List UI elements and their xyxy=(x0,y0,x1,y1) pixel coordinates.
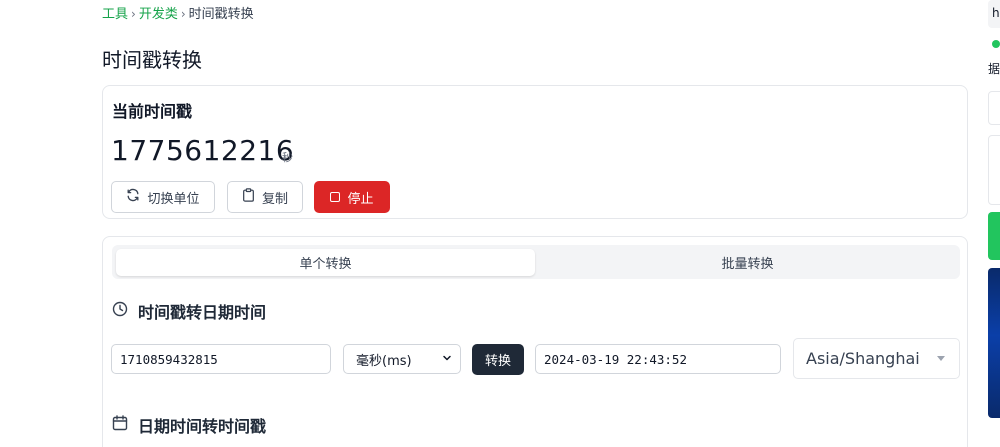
stop-icon xyxy=(330,192,341,202)
refresh-icon xyxy=(126,188,140,206)
copy-label: 复制 xyxy=(261,191,288,207)
sidebar-top-initial: h xyxy=(992,6,1000,20)
sidebar-box[interactable] xyxy=(988,91,1000,125)
copy-button[interactable]: 复制 xyxy=(227,181,303,213)
breadcrumb-dev[interactable]: 开发类 xyxy=(139,7,178,22)
stop-button[interactable]: 停止 xyxy=(314,181,390,213)
stop-label: 停止 xyxy=(347,191,374,207)
sidebar-ad-banner[interactable] xyxy=(988,268,1000,418)
breadcrumb-separator: › xyxy=(131,7,136,21)
page-title: 时间戳转换 xyxy=(102,48,202,72)
datetime-result-field[interactable]: 2024-03-19 22:43:52 xyxy=(535,344,781,374)
conversion-tabs: 单个转换 批量转换 xyxy=(112,245,960,279)
current-timestamp-card: 当前时间戳 1775612216 秒 切换单位 复制 停止 xyxy=(102,85,968,219)
date-to-ts-title: 日期时间转时间戳 xyxy=(138,417,267,436)
tab-batch-convert[interactable]: 批量转换 xyxy=(539,249,956,276)
breadcrumb: 工具 › 开发类 › 时间戳转换 xyxy=(102,3,254,22)
timestamp-input[interactable]: 1710859432815 xyxy=(111,344,331,374)
breadcrumb-tools[interactable]: 工具 xyxy=(102,7,128,22)
right-sidebar: h 据 xyxy=(988,0,1000,447)
sidebar-text-fragment: 据 xyxy=(988,62,1000,76)
conversion-card: 单个转换 批量转换 时间戳转日期时间 1710859432815 毫秒(ms) … xyxy=(102,236,968,447)
convert-button[interactable]: 转换 xyxy=(472,344,524,375)
current-timestamp-unit: 秒 xyxy=(282,151,293,164)
tab-single-convert[interactable]: 单个转换 xyxy=(116,249,535,276)
switch-unit-label: 切换单位 xyxy=(147,191,200,207)
status-dot-icon xyxy=(992,40,1000,48)
breadcrumb-current: 时间戳转换 xyxy=(188,7,254,22)
unit-select[interactable]: 毫秒(ms) xyxy=(343,344,461,374)
current-timestamp-title: 当前时间戳 xyxy=(112,102,193,121)
clipboard-icon xyxy=(242,188,255,206)
chevron-down-icon xyxy=(442,352,452,367)
timezone-value: Asia/Shanghai xyxy=(806,349,920,368)
sidebar-green-banner[interactable] xyxy=(988,212,1000,260)
date-to-ts-heading: 日期时间转时间戳 xyxy=(112,413,266,437)
calendar-icon xyxy=(112,415,128,435)
switch-unit-button[interactable]: 切换单位 xyxy=(111,181,215,213)
timezone-select[interactable]: Asia/Shanghai xyxy=(793,338,960,379)
sidebar-top-tab[interactable]: h xyxy=(988,0,1000,28)
breadcrumb-separator: › xyxy=(180,7,186,21)
sidebar-card[interactable] xyxy=(988,135,1000,205)
caret-down-icon xyxy=(937,356,945,361)
clock-icon xyxy=(112,301,128,321)
current-timestamp-value: 1775612216 xyxy=(111,134,295,167)
unit-select-value: 毫秒(ms) xyxy=(356,353,412,369)
ts-to-date-title: 时间戳转日期时间 xyxy=(138,303,267,322)
ts-to-date-heading: 时间戳转日期时间 xyxy=(112,299,266,323)
